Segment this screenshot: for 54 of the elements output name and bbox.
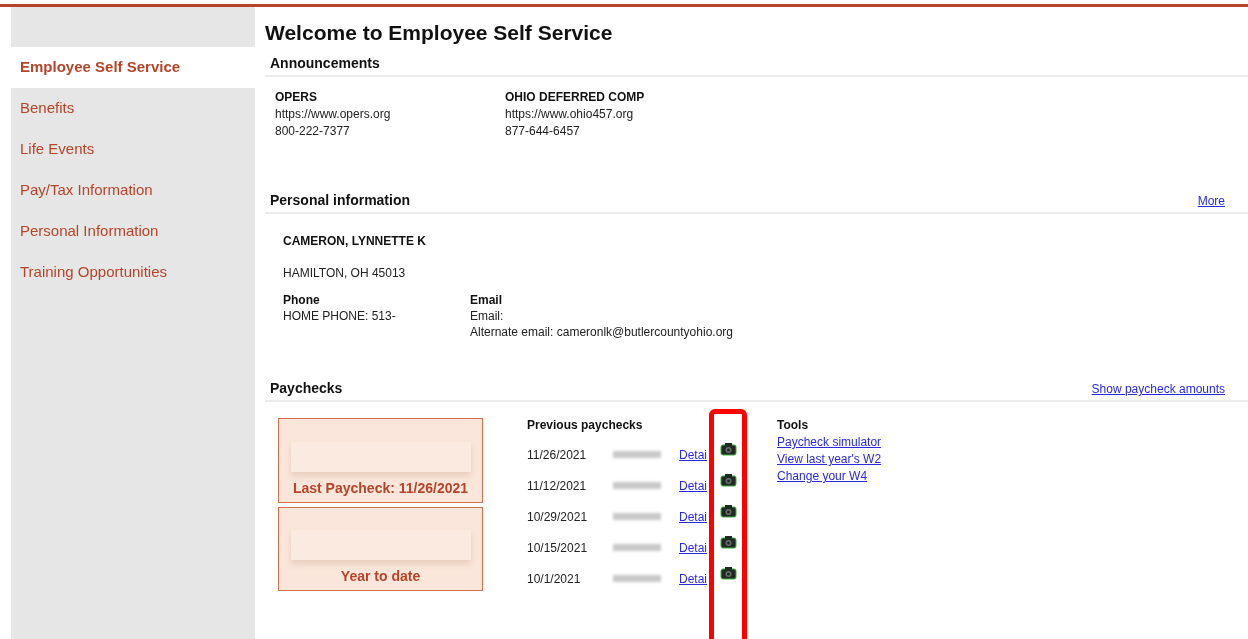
announcement-url: https://www.opers.org xyxy=(275,106,392,123)
card-label: Year to date xyxy=(340,568,421,584)
blurred-amount xyxy=(613,513,661,520)
details-link[interactable]: Detai xyxy=(679,540,707,555)
details-link[interactable]: Detai xyxy=(679,509,707,524)
page-title: Welcome to Employee Self Service xyxy=(265,21,614,45)
camera-icon[interactable] xyxy=(719,535,737,549)
more-link[interactable]: More xyxy=(1197,194,1225,208)
paycheck-card[interactable]: Last Paycheck: 11/26/2021 xyxy=(278,418,483,503)
show-amounts-link[interactable]: Show paycheck amounts xyxy=(1091,382,1225,396)
announcement-name: OHIO DEFERRED COMP xyxy=(505,89,646,106)
details-link[interactable]: Detai xyxy=(679,478,707,493)
section-heading: Paychecks xyxy=(270,380,343,396)
tools-heading: Tools xyxy=(777,418,810,432)
sidebar-item[interactable]: Training Opportunities xyxy=(11,252,255,293)
camera-icon[interactable] xyxy=(719,442,737,456)
blurred-amount xyxy=(613,451,661,458)
phone-label: Phone xyxy=(283,292,321,308)
tool-link[interactable]: Paycheck simulator xyxy=(777,435,882,449)
email-text: Email: xyxy=(470,308,505,324)
blurred-amount xyxy=(613,544,661,551)
email-label: Email xyxy=(470,292,503,308)
address-text: HAMILTON, OH 45013 xyxy=(283,266,407,280)
section-heading: Announcements xyxy=(270,55,380,71)
paycheck-date: 10/1/2021 xyxy=(527,571,582,586)
section-heading: Personal information xyxy=(270,192,411,208)
sidebar-item[interactable]: Pay/Tax Information xyxy=(11,170,255,211)
blurred-amount xyxy=(613,482,661,489)
paycheck-date: 11/26/2021 xyxy=(527,447,588,462)
announcement-url: https://www.ohio457.org xyxy=(505,106,635,123)
sidebar-item[interactable]: Life Events xyxy=(11,129,255,170)
blurred-amount xyxy=(613,575,661,582)
phone-text: HOME PHONE: 513- xyxy=(283,308,397,324)
details-link[interactable]: Detai xyxy=(679,447,707,462)
tool-link[interactable]: Change your W4 xyxy=(777,469,882,483)
camera-icon[interactable] xyxy=(719,473,737,487)
announcement-phone: 800-222-7377 xyxy=(275,123,351,140)
sidebar-item[interactable]: Personal Information xyxy=(11,211,255,252)
details-link[interactable]: Detai xyxy=(679,571,707,586)
announcement-name: OPERS xyxy=(275,89,318,106)
sidebar-item[interactable]: Benefits xyxy=(11,88,255,129)
paycheck-card[interactable]: Year to date xyxy=(278,507,483,591)
paycheck-date: 11/12/2021 xyxy=(527,478,588,493)
sidebar-item[interactable]: Employee Self Service xyxy=(11,47,255,88)
paycheck-date: 10/29/2021 xyxy=(527,509,589,524)
email-text: Alternate email: cameronlk@butlercountyohio.org xyxy=(470,324,733,340)
camera-icon[interactable] xyxy=(719,566,737,580)
card-label: Last Paycheck: 11/26/2021 xyxy=(292,480,469,496)
previous-paychecks-heading: Previous paychecks xyxy=(527,418,644,432)
announcement-phone: 877-644-6457 xyxy=(505,123,581,140)
camera-icon[interactable] xyxy=(719,504,737,518)
paycheck-date: 10/15/2021 xyxy=(527,540,589,555)
employee-name: CAMERON, LYNNETTE K xyxy=(283,234,427,248)
tool-link[interactable]: View last year's W2 xyxy=(777,452,882,466)
